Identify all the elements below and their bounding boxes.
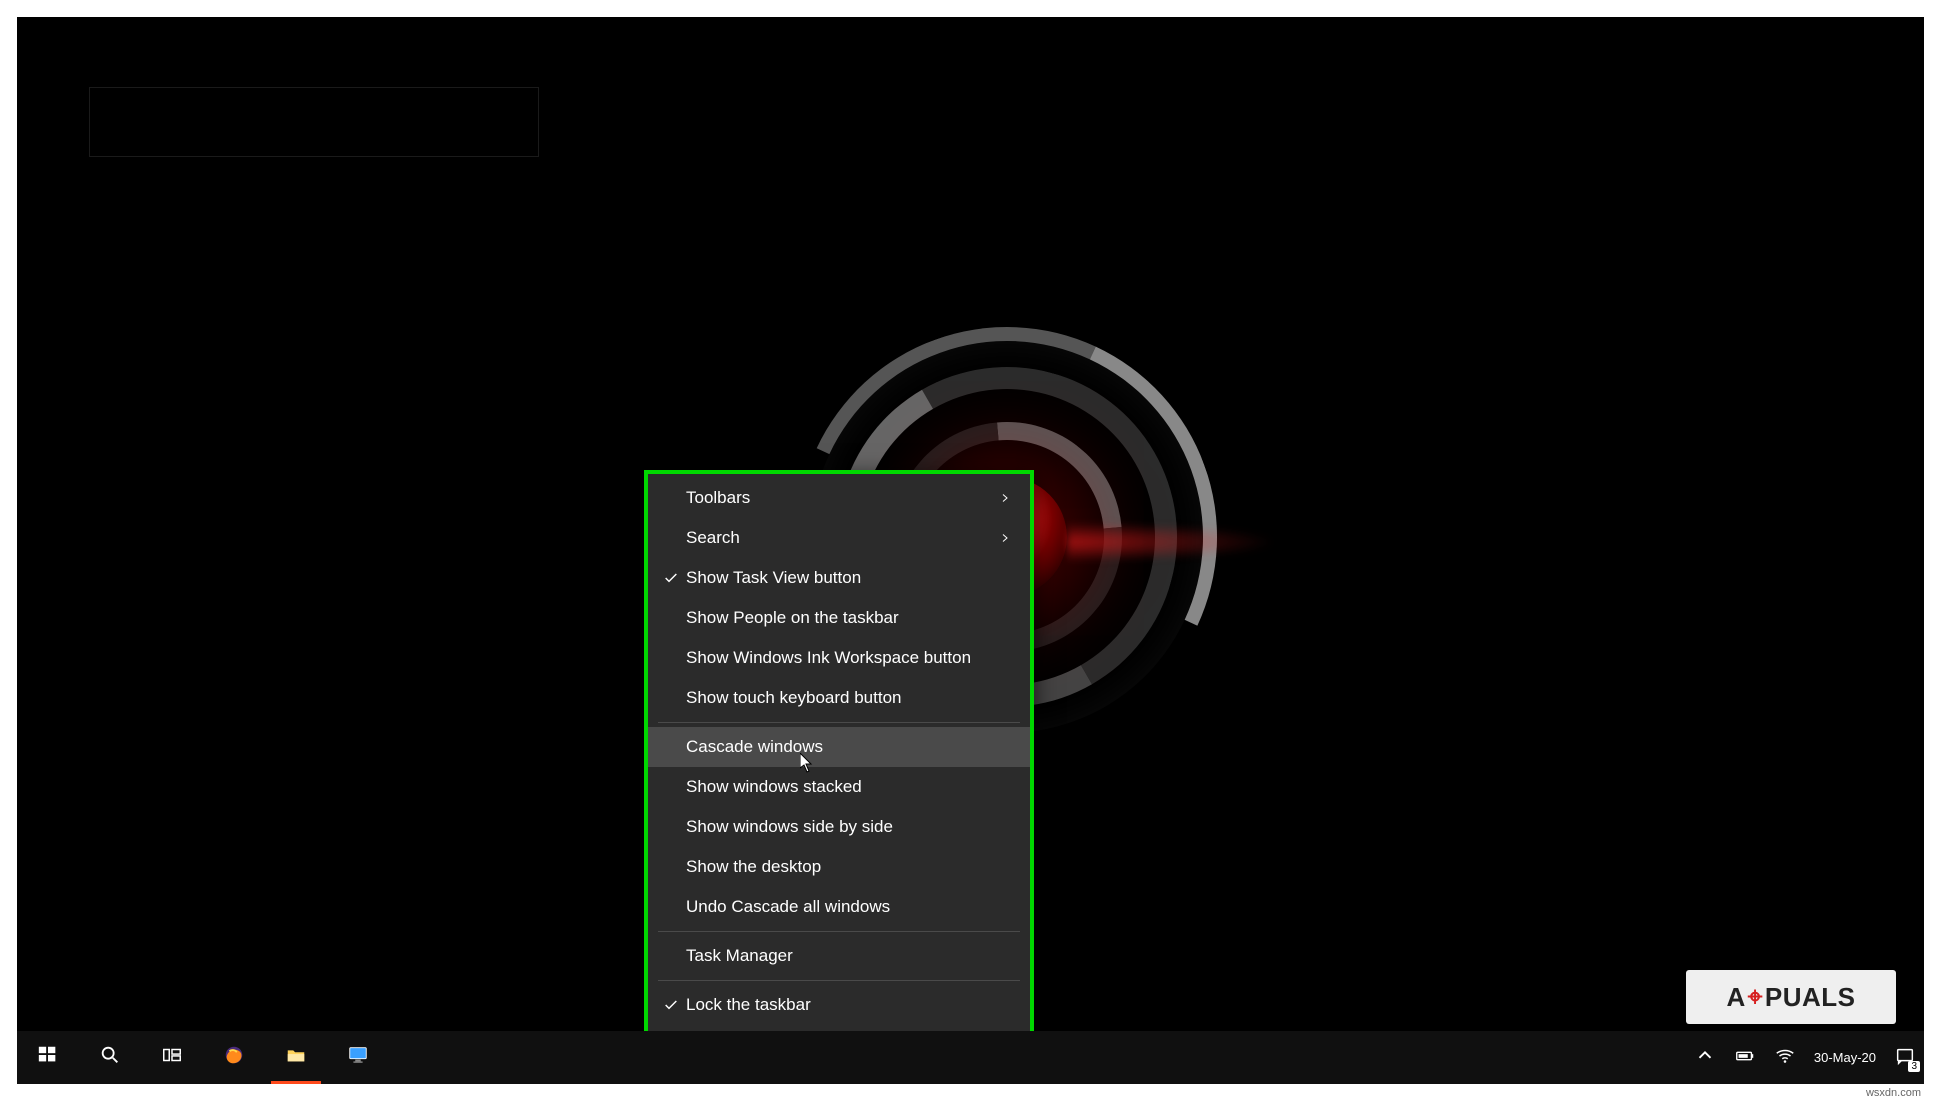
menu-item-cascade-windows[interactable]: Cascade windows (648, 727, 1030, 767)
task-view-icon (161, 1044, 183, 1071)
menu-item-show-windows-ink-workspace-button[interactable]: Show Windows Ink Workspace button (648, 638, 1030, 678)
menu-item-show-people-on-the-taskbar[interactable]: Show People on the taskbar (648, 598, 1030, 638)
watermark-target-icon: ⌖ (1748, 981, 1763, 1013)
menu-item-search[interactable]: Search (648, 518, 1030, 558)
check-icon (656, 997, 686, 1013)
system-tray[interactable]: 30-May-20 3 (1686, 1031, 1924, 1084)
menu-item-label: Show windows side by side (686, 817, 996, 837)
taskbar-app-button[interactable] (327, 1031, 389, 1084)
wifi-icon[interactable] (1774, 1045, 1796, 1070)
menu-item-show-task-view-button[interactable]: Show Task View button (648, 558, 1030, 598)
taskbar-file-explorer-button[interactable] (265, 1031, 327, 1084)
taskbar-search-button[interactable] (79, 1031, 141, 1084)
battery-icon[interactable] (1734, 1045, 1756, 1070)
chevron-right-icon (996, 492, 1014, 504)
watermark-text-a: A (1726, 982, 1745, 1013)
menu-item-label: Show Task View button (686, 568, 996, 588)
menu-item-label: Undo Cascade all windows (686, 897, 996, 917)
mouse-cursor (800, 753, 814, 773)
menu-item-label: Show windows stacked (686, 777, 996, 797)
taskbar-start-button[interactable] (17, 1031, 79, 1084)
menu-item-label: Task Manager (686, 946, 996, 966)
menu-item-label: Show the desktop (686, 857, 996, 877)
firefox-icon (223, 1044, 245, 1071)
desktop[interactable]: Toolbars Search Show Task View button Show … (17, 17, 1924, 1084)
menu-item-label: Cascade windows (686, 737, 996, 757)
menu-item-label: Show Windows Ink Workspace button (686, 648, 996, 668)
taskbar-firefox-button[interactable] (203, 1031, 265, 1084)
menu-item-label: Toolbars (686, 488, 996, 508)
menu-item-undo-cascade-all-windows[interactable]: Undo Cascade all windows (648, 887, 1030, 927)
taskbar-context-menu: Toolbars Search Show Task View button Show … (644, 470, 1034, 1073)
taskbar-spacer (389, 1031, 1686, 1084)
notifications-badge: 3 (1908, 1061, 1920, 1072)
menu-item-task-manager[interactable]: Task Manager (648, 936, 1030, 976)
check-icon (656, 570, 686, 586)
menu-item-label: Lock the taskbar (686, 995, 996, 1015)
menu-item-show-windows-stacked[interactable]: Show windows stacked (648, 767, 1030, 807)
clock[interactable]: 30-May-20 (1814, 1050, 1876, 1066)
taskbar[interactable]: 30-May-20 3 (17, 1031, 1924, 1084)
tray-date: 30-May-20 (1814, 1050, 1876, 1066)
minimized-window-outline (89, 87, 539, 157)
taskbar-task-view-button[interactable] (141, 1031, 203, 1084)
menu-item-show-the-desktop[interactable]: Show the desktop (648, 847, 1030, 887)
menu-item-lock-the-taskbar[interactable]: Lock the taskbar (648, 985, 1030, 1025)
menu-item-toolbars[interactable]: Toolbars (648, 478, 1030, 518)
menu-item-label: Search (686, 528, 996, 548)
chevron-right-icon (996, 532, 1014, 544)
watermark-text-b: PUALS (1765, 982, 1856, 1013)
menu-item-label: Show touch keyboard button (686, 688, 996, 708)
menu-item-show-touch-keyboard-button[interactable]: Show touch keyboard button (648, 678, 1030, 718)
menu-item-show-windows-side-by-side[interactable]: Show windows side by side (648, 807, 1030, 847)
menu-separator (658, 980, 1020, 981)
notifications-icon[interactable]: 3 (1894, 1045, 1916, 1070)
search-icon (99, 1044, 121, 1071)
source-credit: wsxdn.com (1866, 1087, 1921, 1099)
app-icon (347, 1044, 369, 1071)
tray-chevron-icon[interactable] (1694, 1045, 1716, 1070)
menu-item-label: Show People on the taskbar (686, 608, 996, 628)
file-explorer-icon (285, 1044, 307, 1071)
menu-separator (658, 722, 1020, 723)
menu-separator (658, 931, 1020, 932)
start-icon (37, 1044, 59, 1071)
watermark-logo: A ⌖ PUALS (1686, 970, 1896, 1024)
